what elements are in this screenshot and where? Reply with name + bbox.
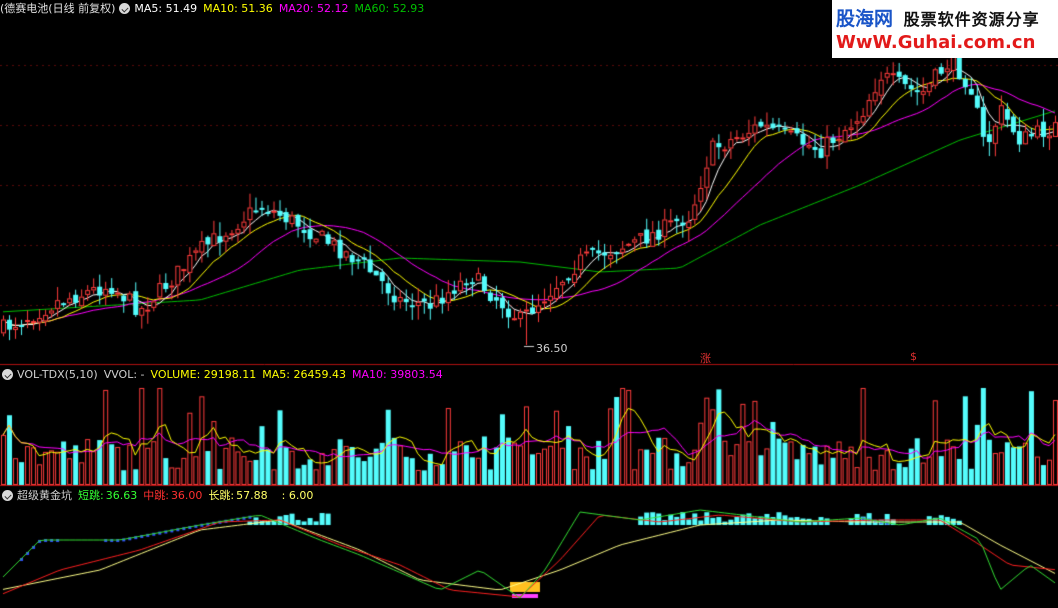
volume-value: VOLUME: 29198.11 bbox=[150, 367, 257, 381]
volume-ma5-value: MA5: 26459.43 bbox=[262, 367, 346, 381]
ma20-value: MA20: 52.12 bbox=[278, 1, 349, 15]
settings-icon[interactable] bbox=[2, 368, 13, 380]
volume-panel-header: VOL-TDX(5,10) VVOL: - VOLUME: 29198.11 M… bbox=[0, 366, 449, 382]
brand-name: 股海网 bbox=[836, 8, 894, 30]
mid-value: 36.00 bbox=[170, 488, 203, 502]
settings-icon[interactable] bbox=[119, 2, 131, 14]
mid-label: 中跳: bbox=[143, 489, 169, 502]
watermark-logo: 股海网 股票软件资源分享 WwW.Guhai.com.cn bbox=[832, 0, 1058, 58]
extra-value: : 6.00 bbox=[281, 488, 314, 502]
stock-title[interactable]: (德赛电池(日线 前复权) bbox=[0, 0, 115, 16]
signal-mark-1: 涨 bbox=[700, 352, 711, 365]
short-label: 短跳: bbox=[78, 489, 104, 502]
volume-indicator-title[interactable]: VOL-TDX(5,10) bbox=[17, 368, 98, 381]
logo-title-row: 股海网 股票软件资源分享 bbox=[836, 4, 1040, 31]
volume-ma10-value: MA10: 39803.54 bbox=[351, 367, 443, 381]
ma5-value: MA5: 51.49 bbox=[134, 1, 198, 15]
long-label: 长跳: bbox=[208, 489, 235, 502]
short-value: 36.63 bbox=[105, 488, 138, 502]
ma60-value: MA60: 52.93 bbox=[354, 1, 425, 15]
low-price-label: 36.50 bbox=[536, 342, 568, 355]
indicator-title[interactable]: 超级黄金坑 bbox=[17, 487, 72, 503]
vvol-value: VVOL: - bbox=[103, 367, 145, 381]
signal-mark-2: $ bbox=[910, 350, 917, 363]
brand-slogan: 股票软件资源分享 bbox=[903, 10, 1040, 29]
long-value: 57.88 bbox=[236, 488, 268, 502]
settings-icon[interactable] bbox=[2, 489, 13, 501]
stock-chart-canvas[interactable] bbox=[0, 0, 1058, 608]
ma10-value: MA10: 51.36 bbox=[203, 1, 273, 15]
indicator-panel-header: 超级黄金坑 短跳: 36.63 中跳: 36.00 长跳: 57.88 : 6.… bbox=[0, 487, 319, 503]
price-panel-header: (德赛电池(日线 前复权) MA5: 51.49 MA10: 51.36 MA2… bbox=[0, 0, 430, 16]
brand-url: WwW.Guhai.com.cn bbox=[836, 32, 1036, 53]
